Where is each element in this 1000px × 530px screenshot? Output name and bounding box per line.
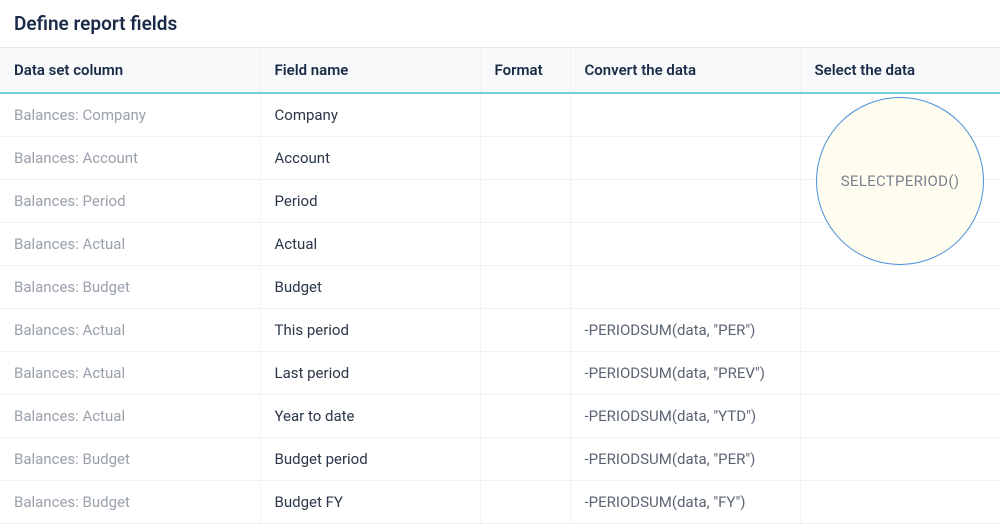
cell-fieldname[interactable]: Actual [260,223,480,266]
table-row[interactable]: Balances: PeriodPeriod [0,180,1000,223]
cell-select[interactable] [800,93,1000,137]
cell-dataset[interactable]: Balances: Actual [0,352,260,395]
cell-format[interactable] [480,180,570,223]
cell-fieldname[interactable]: Period [260,180,480,223]
cell-fieldname[interactable]: Budget [260,266,480,309]
cell-fieldname[interactable]: Budget FY [260,481,480,524]
table-row[interactable]: Balances: BudgetBudget [0,266,1000,309]
col-header-select[interactable]: Select the data [800,48,1000,94]
cell-convert[interactable]: -PERIODSUM(data, "FY") [570,481,800,524]
cell-fieldname[interactable]: Last period [260,352,480,395]
cell-format[interactable] [480,137,570,180]
cell-select[interactable] [800,223,1000,266]
cell-format[interactable] [480,438,570,481]
cell-format[interactable] [480,395,570,438]
cell-dataset[interactable]: Balances: Actual [0,309,260,352]
col-header-fieldname[interactable]: Field name [260,48,480,94]
cell-convert[interactable] [570,93,800,137]
cell-dataset[interactable]: Balances: Budget [0,481,260,524]
col-header-format[interactable]: Format [480,48,570,94]
report-fields-table-wrap: Data set column Field name Format Conver… [0,47,1000,524]
cell-format[interactable] [480,481,570,524]
cell-convert[interactable] [570,223,800,266]
cell-select[interactable] [800,352,1000,395]
cell-fieldname[interactable]: Company [260,93,480,137]
cell-fieldname[interactable]: Year to date [260,395,480,438]
table-row[interactable]: Balances: BudgetBudget period -PERIODSUM(… [0,438,1000,481]
cell-dataset[interactable]: Balances: Period [0,180,260,223]
cell-dataset[interactable]: Balances: Budget [0,438,260,481]
cell-convert[interactable] [570,266,800,309]
cell-dataset[interactable]: Balances: Account [0,137,260,180]
table-row[interactable]: Balances: CompanyCompany [0,93,1000,137]
cell-convert[interactable]: -PERIODSUM(data, "PER") [570,309,800,352]
cell-dataset[interactable]: Balances: Actual [0,223,260,266]
cell-select[interactable] [800,395,1000,438]
cell-format[interactable] [480,93,570,137]
cell-convert[interactable] [570,137,800,180]
cell-select[interactable] [800,481,1000,524]
cell-format[interactable] [480,223,570,266]
cell-convert[interactable]: -PERIODSUM(data, "PREV") [570,352,800,395]
table-row[interactable]: Balances: ActualLast period -PERIODSUM(da… [0,352,1000,395]
cell-select[interactable] [800,309,1000,352]
cell-format[interactable] [480,309,570,352]
cell-format[interactable] [480,266,570,309]
table-row[interactable]: Balances: BudgetBudget FY -PERIODSUM(data… [0,481,1000,524]
report-fields-table: Data set column Field name Format Conver… [0,47,1000,524]
col-header-convert[interactable]: Convert the data [570,48,800,94]
col-header-dataset[interactable]: Data set column [0,48,260,94]
cell-select[interactable] [800,137,1000,180]
table-row[interactable]: Balances: ActualThis period -PERIODSUM(da… [0,309,1000,352]
cell-select[interactable] [800,266,1000,309]
cell-dataset[interactable]: Balances: Actual [0,395,260,438]
cell-convert[interactable] [570,180,800,223]
cell-fieldname[interactable]: Account [260,137,480,180]
table-body: Balances: CompanyCompanyBalances: Accoun… [0,93,1000,524]
cell-select[interactable] [800,180,1000,223]
cell-select[interactable] [800,438,1000,481]
cell-convert[interactable]: -PERIODSUM(data, "PER") [570,438,800,481]
cell-format[interactable] [480,352,570,395]
table-row[interactable]: Balances: ActualActual [0,223,1000,266]
cell-dataset[interactable]: Balances: Company [0,93,260,137]
cell-dataset[interactable]: Balances: Budget [0,266,260,309]
table-row[interactable]: Balances: ActualYear to date -PERIODSUM(d… [0,395,1000,438]
table-header-row: Data set column Field name Format Conver… [0,48,1000,94]
cell-fieldname[interactable]: This period [260,309,480,352]
page-title: Define report fields [0,0,1000,47]
cell-fieldname[interactable]: Budget period [260,438,480,481]
cell-convert[interactable]: -PERIODSUM(data, "YTD") [570,395,800,438]
table-row[interactable]: Balances: AccountAccount [0,137,1000,180]
